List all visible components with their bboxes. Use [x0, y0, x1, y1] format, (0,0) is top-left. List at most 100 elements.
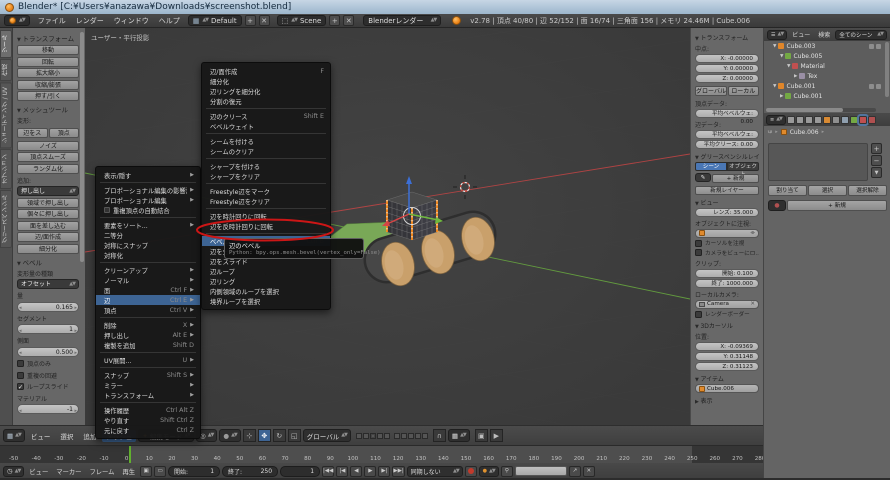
editor-type-dropdown[interactable]: ≡▲▼ [766, 115, 786, 125]
timeline-menu-ビュー[interactable]: ビュー [26, 466, 51, 477]
context-menu-item[interactable]: ノーマル▶ [96, 275, 200, 285]
median-value-slider[interactable]: Y: 0.00000 [695, 64, 759, 73]
key-icon-button[interactable]: ⚲ [501, 466, 513, 477]
prev-keyframe-button[interactable]: |◀ [336, 466, 348, 477]
grease-tab[interactable]: シーン [695, 162, 727, 171]
edge-menu-item[interactable]: 辺を時計回りに回転 [202, 211, 330, 221]
material-slot-list[interactable] [768, 143, 868, 181]
context-menu-item[interactable]: 元に戻すCtrl Z [96, 425, 200, 435]
context-menu-item[interactable]: UV展開...U▶ [96, 355, 200, 365]
context-menu-item[interactable]: 頂点Ctrl V▶ [96, 305, 200, 315]
record-button[interactable] [465, 466, 477, 477]
outliner-row[interactable]: ▶Tex [764, 71, 890, 81]
timeline-menu-再生[interactable]: 再生 [119, 466, 138, 477]
properties-tab-render[interactable] [787, 116, 795, 124]
vertex-bevel-weight-slider[interactable]: 平均ベベルウェ: 0.00 [695, 109, 759, 118]
outliner-row[interactable]: ▼Cube.001 [764, 81, 890, 91]
tool-shelf-tab[interactable]: ツール [0, 30, 12, 58]
tool-button[interactable]: ノイズ [17, 141, 79, 151]
editor-type-dropdown[interactable]: ☰▲▼ [767, 30, 787, 40]
edge-menu-item[interactable]: 辺/面作成F [202, 66, 330, 76]
tool-button[interactable]: 辺をス [17, 128, 48, 138]
shading-dropdown[interactable]: ●▲▼ [219, 429, 240, 442]
cursor-location-slider[interactable]: Y: 0.31148 [695, 352, 759, 361]
disclosure-open-icon[interactable]: ▼ [773, 84, 776, 89]
edge-menu-item[interactable]: 分割の復元 [202, 96, 330, 106]
edge-menu-item[interactable]: 辺のクリースShift E [202, 111, 330, 121]
render-opengl-button[interactable]: ▣ [475, 429, 488, 442]
frame-lock-button[interactable]: ▭ [154, 466, 166, 477]
insert-keyframe-button[interactable]: ↗ [569, 466, 581, 477]
layer-toggle[interactable] [384, 433, 390, 439]
operator-slider[interactable]: 1◂▸ [17, 324, 79, 334]
properties-tab-object-data[interactable] [850, 116, 858, 124]
context-menu-item[interactable]: プロポーショナル編集▶ [96, 195, 200, 205]
properties-tab-world[interactable] [814, 116, 822, 124]
manipulator-axis-button[interactable]: ⊹ [243, 429, 256, 442]
lock-object-field[interactable]: ⌯ [695, 229, 759, 238]
deselect-button[interactable]: 選択解除 [848, 185, 887, 196]
local-camera-field[interactable]: Camera✕ [695, 300, 759, 309]
edge-menu-item[interactable]: シームのクリア [202, 146, 330, 156]
restrict-select-icon[interactable] [869, 84, 874, 89]
context-menu-item[interactable]: 操作履歴Ctrl Alt Z [96, 405, 200, 415]
tool-button[interactable]: 個々に押し出し [17, 209, 79, 219]
disclosure-open-icon[interactable]: ▼ [780, 54, 783, 59]
edge-menu-item[interactable]: 内側領域のループを選択 [202, 286, 330, 296]
tool-button[interactable]: 押す/引く [17, 91, 79, 101]
outliner-row[interactable]: ▼Cube.005 [764, 51, 890, 61]
median-value-slider[interactable]: X: -0.00000 [695, 54, 759, 63]
tool-button[interactable]: ランダム化 [17, 164, 79, 174]
material-browse-dropdown[interactable]: ● [768, 200, 786, 211]
operator-checkbox-row[interactable]: 頂点のみ [17, 359, 79, 368]
grease-pencil-dropdown[interactable]: ✎ [695, 173, 711, 182]
view-checkbox-row[interactable]: カメラをビューにロ.. [695, 249, 759, 257]
render-opengl-anim-button[interactable]: ▶ [490, 429, 503, 442]
cursor-location-slider[interactable]: X: -0.09369 [695, 342, 759, 351]
outliner-row[interactable]: ▼Material [764, 61, 890, 71]
outliner-horizontal-scrollbar[interactable] [766, 108, 876, 112]
jump-start-button[interactable]: |◀◀ [322, 466, 334, 477]
timeline-menu-フレーム[interactable]: フレーム [86, 466, 117, 477]
disclosure-open-icon[interactable]: ▼ [773, 44, 776, 49]
properties-tab-texture[interactable] [868, 116, 876, 124]
edge-menu-item[interactable]: 辺リング [202, 276, 330, 286]
keying-set-field[interactable] [515, 466, 567, 476]
viewport-menu-選択[interactable]: 選択 [56, 430, 77, 442]
clip-slider[interactable]: 終了: 1000.000 [695, 279, 759, 288]
properties-tab-modifiers[interactable] [841, 116, 849, 124]
manipulator-rotate-button[interactable]: ↻ [273, 429, 286, 442]
current-frame-field[interactable]: 1 [280, 466, 320, 477]
context-menu-item[interactable]: ミラー▶ [96, 380, 200, 390]
info-menu-0[interactable]: ファイル [33, 16, 71, 26]
tool-shelf-tab[interactable]: オプション [0, 149, 12, 189]
outliner-vertical-scrollbar[interactable] [885, 42, 889, 97]
properties-tab-render-layers[interactable] [796, 116, 804, 124]
properties-tab-material[interactable] [859, 116, 867, 124]
tool-button[interactable]: 収縮/膨張 [17, 80, 79, 90]
lens-slider[interactable]: レンズ: 35.000 [695, 208, 759, 217]
context-menu-item[interactable]: 対称にスナップ [96, 240, 200, 250]
new-material-button[interactable]: + 新規 [787, 200, 887, 211]
sync-dropdown[interactable]: 同期しない▲▼ [407, 466, 463, 477]
clip-slider[interactable]: 開始: 0.100 [695, 269, 759, 278]
render-engine-dropdown[interactable]: Blenderレンダー▲▼ [363, 15, 441, 26]
layer-toggle[interactable] [370, 433, 376, 439]
disclosure-icon[interactable]: ▶ [794, 74, 797, 79]
keying-set-dropdown[interactable]: ●▲▼ [479, 466, 499, 477]
layer-toggle[interactable] [408, 433, 414, 439]
properties-tab-constraints[interactable] [832, 116, 840, 124]
manipulator-scale-button[interactable]: ◱ [288, 429, 301, 442]
tool-shelf-tab[interactable]: 作成 [0, 59, 12, 81]
panel-header[interactable]: ▼ トランスフォーム [695, 33, 759, 42]
median-value-slider[interactable]: Z: 0.00000 [695, 74, 759, 83]
disclosure-icon[interactable]: ▶ [780, 94, 783, 99]
extrude-dropdown[interactable]: 押し出し▲▼ [17, 186, 79, 196]
view-checkbox-row[interactable]: カーソルを注視 [695, 239, 759, 247]
operator-checkbox-row[interactable]: 重複の回避 [17, 371, 79, 380]
context-menu-item[interactable]: 辺Ctrl E▶ [96, 295, 200, 305]
context-menu-item[interactable]: 対称化 [96, 250, 200, 260]
layer-toggle[interactable] [394, 433, 400, 439]
display-filter-dropdown[interactable]: 全てのシーン▲▼ [835, 30, 887, 40]
mean-crease-slider[interactable]: 平均クリース: 0.00 [695, 140, 759, 149]
